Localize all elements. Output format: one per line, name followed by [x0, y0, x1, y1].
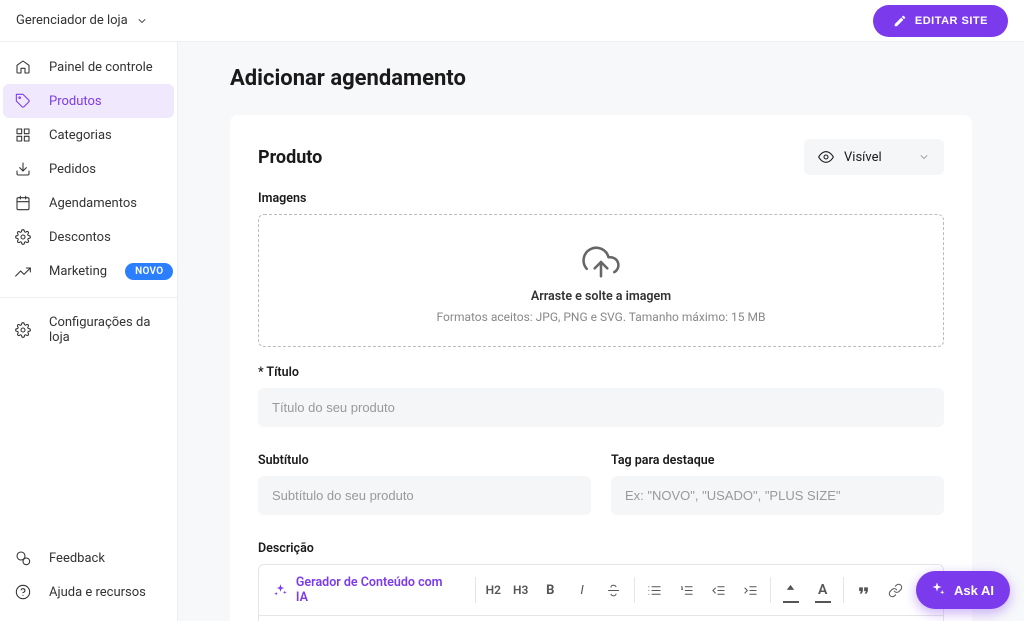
editor-toolbar: Gerador de Conteúdo com IA H2 H3 B I — [258, 564, 944, 621]
ordered-list-icon — [679, 583, 694, 598]
sidebar: Painel de controle Produtos Categorias P… — [0, 41, 178, 621]
quote-button[interactable] — [848, 571, 880, 609]
ai-generator-button[interactable]: Gerador de Conteúdo com IA — [259, 565, 471, 615]
quote-icon — [856, 583, 871, 598]
pencil-icon — [893, 14, 907, 28]
sidebar-item-products[interactable]: Produtos — [3, 84, 174, 118]
sidebar-item-bookings[interactable]: Agendamentos — [3, 186, 174, 220]
separator — [634, 577, 635, 603]
bullet-list-button[interactable] — [639, 571, 671, 609]
clear-format-button[interactable] — [259, 616, 291, 621]
tag-input[interactable] — [611, 476, 944, 515]
separator — [770, 577, 771, 603]
ask-ai-label: Ask AI — [954, 583, 994, 598]
page-title: Adicionar agendamento — [230, 66, 972, 91]
sidebar-item-label: Ajuda e recursos — [49, 585, 162, 600]
sidebar-item-marketing[interactable]: Marketing NOVO — [3, 254, 174, 289]
dropzone-subtitle: Formatos aceitos: JPG, PNG e SVG. Tamanh… — [279, 310, 923, 324]
sidebar-item-orders[interactable]: Pedidos — [3, 152, 174, 186]
undo-button[interactable] — [319, 616, 351, 621]
separator — [475, 577, 476, 603]
redo-button[interactable] — [351, 616, 383, 621]
image-dropzone[interactable]: Arraste e solte a imagem Formatos aceito… — [258, 214, 944, 347]
outdent-button[interactable] — [702, 571, 734, 609]
ai-generator-label: Gerador de Conteúdo com IA — [296, 575, 457, 605]
sidebar-item-discounts[interactable]: Descontos — [3, 220, 174, 254]
sidebar-item-feedback[interactable]: Feedback — [3, 541, 174, 575]
store-selector[interactable]: Gerenciador de loja — [16, 13, 148, 28]
grid-icon — [15, 127, 31, 143]
sidebar-item-label: Categorias — [49, 128, 162, 143]
sparkle-icon — [273, 583, 288, 598]
ask-ai-button[interactable]: Ask AI — [916, 571, 1010, 609]
heading2-button[interactable]: H2 — [480, 571, 507, 609]
sidebar-item-dashboard[interactable]: Painel de controle — [3, 50, 174, 84]
link-icon — [888, 583, 903, 598]
dropzone-title: Arraste e solte a imagem — [279, 289, 923, 304]
sidebar-item-label: Feedback — [49, 551, 162, 566]
sidebar-item-label: Descontos — [49, 230, 162, 245]
title-label: * Título — [258, 365, 944, 380]
product-card: Produto Visível Imagens Arraste e solte … — [230, 115, 972, 621]
sparkle-icon — [928, 581, 946, 599]
new-badge: NOVO — [125, 263, 173, 280]
text-color-button[interactable]: A — [807, 571, 839, 609]
feedback-icon — [15, 550, 31, 566]
highlight-icon — [783, 583, 798, 598]
trending-icon — [15, 264, 31, 280]
link-button[interactable] — [879, 571, 911, 609]
sidebar-item-settings[interactable]: Configurações da loja — [3, 306, 174, 354]
tag-label: Tag para destaque — [611, 453, 944, 468]
indent-icon — [743, 583, 758, 598]
store-name: Gerenciador de loja — [16, 13, 128, 28]
sidebar-item-label: Marketing — [49, 264, 107, 279]
eye-icon — [818, 149, 834, 165]
download-icon — [15, 161, 31, 177]
cloud-upload-icon — [582, 243, 620, 281]
sidebar-item-label: Painel de controle — [49, 60, 162, 75]
description-label: Descrição — [258, 541, 944, 556]
edit-site-label: EDITAR SITE — [915, 15, 988, 27]
list-icon — [647, 583, 662, 598]
separator — [843, 577, 844, 603]
section-title: Produto — [258, 147, 322, 168]
ordered-list-button[interactable] — [671, 571, 703, 609]
strikethrough-button[interactable] — [598, 571, 630, 609]
sidebar-item-label: Pedidos — [49, 162, 162, 177]
sidebar-item-label: Configurações da loja — [49, 315, 162, 345]
strikethrough-icon — [606, 583, 621, 598]
visibility-label: Visível — [844, 150, 882, 165]
bold-button[interactable]: B — [534, 571, 566, 609]
calendar-icon — [15, 195, 31, 211]
sidebar-item-label: Produtos — [49, 94, 162, 109]
gear-icon — [15, 229, 31, 245]
visibility-select[interactable]: Visível — [804, 139, 944, 175]
settings-icon — [15, 322, 31, 338]
italic-button[interactable]: I — [566, 571, 598, 609]
subtitle-label: Subtítulo — [258, 453, 591, 468]
heading3-button[interactable]: H3 — [507, 571, 534, 609]
edit-site-button[interactable]: EDITAR SITE — [873, 5, 1008, 37]
home-icon — [15, 59, 31, 75]
subtitle-input[interactable] — [258, 476, 591, 515]
indent-button[interactable] — [734, 571, 766, 609]
outdent-icon — [711, 583, 726, 598]
highlight-color-button[interactable] — [775, 571, 807, 609]
divider — [0, 297, 177, 298]
sidebar-item-help[interactable]: Ajuda e recursos — [3, 575, 174, 609]
chevron-down-icon — [136, 15, 148, 27]
chevron-down-icon — [918, 151, 930, 163]
help-icon — [15, 584, 31, 600]
images-label: Imagens — [258, 191, 944, 206]
main-content: Adicionar agendamento Produto Visível Im… — [178, 41, 1024, 621]
tag-icon — [15, 93, 31, 109]
sidebar-item-categories[interactable]: Categorias — [3, 118, 174, 152]
title-input[interactable] — [258, 388, 944, 427]
sidebar-item-label: Agendamentos — [49, 196, 162, 211]
